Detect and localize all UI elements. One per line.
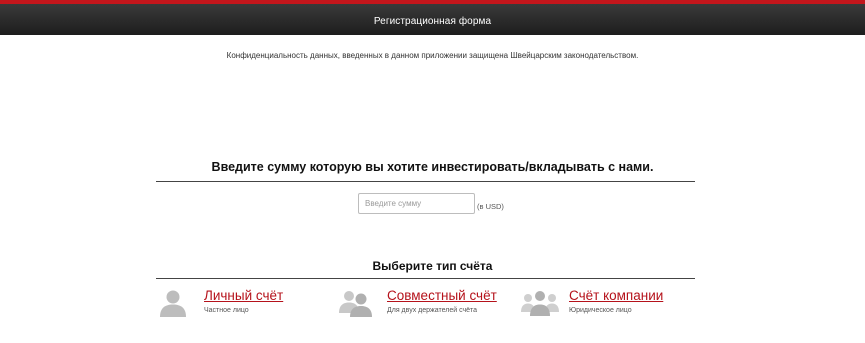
account-subtitle-joint: Для двух держателей счёта <box>387 307 478 314</box>
account-option-personal[interactable]: Личный счёт Частное лицо <box>157 287 297 321</box>
amount-input[interactable] <box>358 193 475 214</box>
privacy-notice: Конфиденциальность данных, введенных в д… <box>226 51 639 60</box>
two-people-icon <box>338 287 374 324</box>
divider <box>156 181 695 182</box>
divider <box>156 278 695 279</box>
account-subtitle-personal: Частное лицо <box>204 307 249 314</box>
single-person-icon <box>157 287 189 324</box>
page-title: Регистрационная форма <box>373 16 492 27</box>
account-subtitle-company: Юридическое лицо <box>569 307 632 314</box>
amount-currency-label: (в USD) <box>477 202 504 211</box>
account-title-joint[interactable]: Совместный счёт <box>387 288 497 303</box>
account-type-heading: Выберите тип счёта <box>372 259 493 273</box>
account-option-joint[interactable]: Совместный счёт Для двух держателей счёт… <box>338 287 508 321</box>
account-title-company[interactable]: Счёт компании <box>569 288 663 303</box>
account-option-company[interactable]: Счёт компании Юридическое лицо <box>520 287 680 321</box>
account-title-personal[interactable]: Личный счёт <box>204 288 283 303</box>
invest-amount-heading: Введите сумму которую вы хотите инвестир… <box>211 160 654 174</box>
group-people-icon <box>520 287 560 324</box>
header-bar: Регистрационная форма <box>0 0 865 35</box>
